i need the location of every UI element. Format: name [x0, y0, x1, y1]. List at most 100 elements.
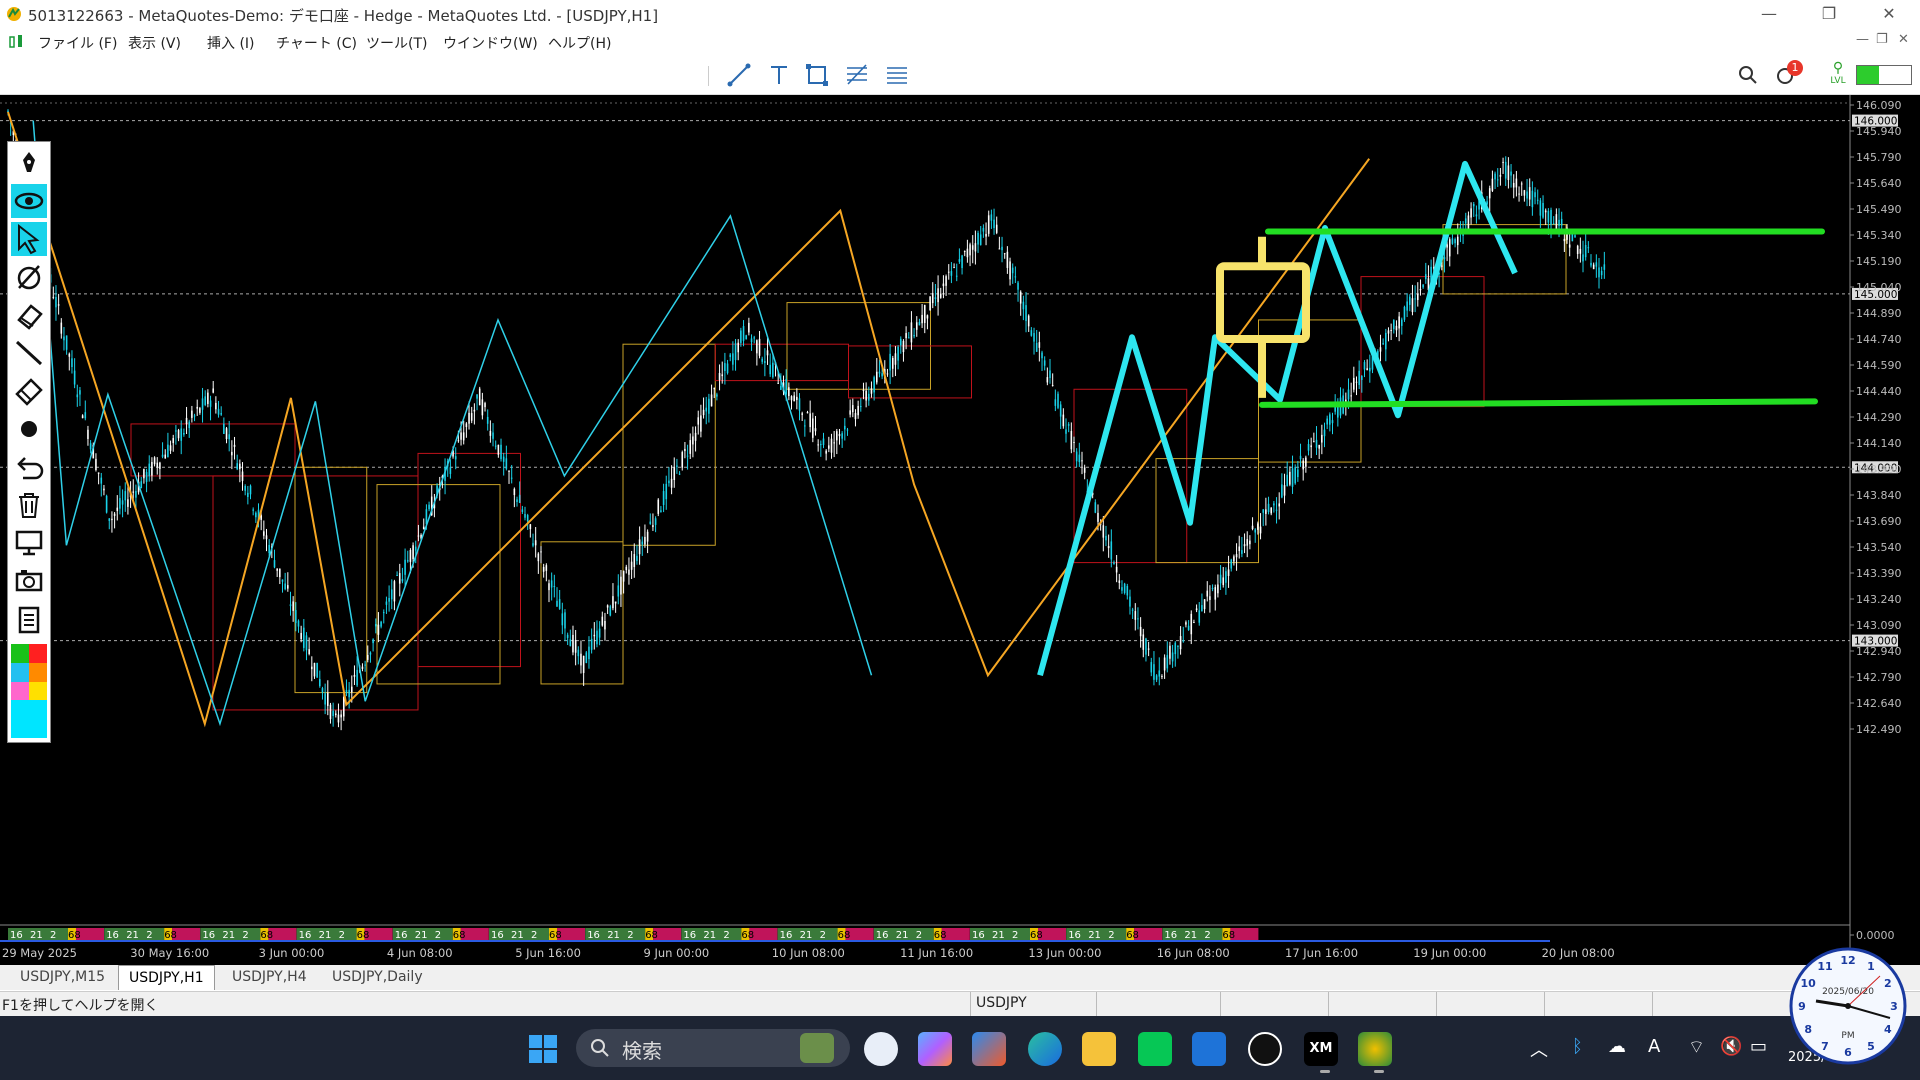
fibonacci-icon[interactable] — [844, 62, 870, 88]
menu-help[interactable]: ヘルプ(H) — [548, 33, 611, 53]
search-icon[interactable] — [1737, 64, 1759, 86]
candle-body — [1393, 320, 1395, 330]
swatch-blue[interactable] — [11, 663, 29, 682]
swatch-pink[interactable] — [11, 682, 29, 700]
candle-body — [196, 406, 199, 409]
session-range-box — [1442, 224, 1567, 295]
mdi-minimize-button[interactable]: — — [1856, 32, 1869, 47]
time-tick-label: 16 Jun 08:00 — [1157, 946, 1230, 960]
outlook-icon[interactable] — [1192, 1032, 1226, 1066]
swatch-red[interactable] — [29, 644, 47, 663]
swatch-yellow[interactable] — [29, 682, 47, 700]
close-button[interactable]: ✕ — [1866, 0, 1912, 30]
candle-body — [1067, 424, 1070, 426]
candle-body — [625, 566, 628, 571]
menu-view[interactable]: 表示 (V) — [128, 33, 181, 53]
camera-icon[interactable] — [11, 564, 47, 598]
candle-body — [428, 504, 430, 510]
candle-body — [401, 578, 404, 582]
mdi-restore-button[interactable]: ❐ — [1876, 32, 1888, 47]
maximize-button[interactable]: ❐ — [1806, 0, 1852, 30]
bluetooth-icon[interactable]: ᛒ — [1572, 1036, 1583, 1057]
candle-body — [1291, 468, 1294, 487]
tradingview-icon[interactable] — [1248, 1032, 1282, 1066]
tab-usdjpy-m15[interactable]: USDJPY,M15 — [10, 965, 115, 989]
ime-icon[interactable]: A — [1648, 1036, 1660, 1057]
marker-icon[interactable] — [11, 374, 47, 408]
candle-body — [532, 543, 534, 546]
cursor-icon[interactable] — [11, 222, 47, 256]
candle-body — [806, 412, 809, 414]
metatrader-icon[interactable] — [1358, 1032, 1392, 1066]
candle-body — [700, 415, 702, 432]
menu-file[interactable]: ファイル (F) — [38, 33, 117, 53]
candle-body — [1366, 368, 1368, 371]
wifi-icon[interactable]: ⌔ — [1688, 1036, 1705, 1059]
candle-body — [1494, 173, 1496, 180]
snap-icon[interactable] — [11, 260, 47, 294]
rectangle-icon[interactable] — [804, 62, 830, 88]
store-icon[interactable] — [972, 1032, 1006, 1066]
candle-body — [95, 458, 97, 471]
candle-body — [204, 396, 207, 405]
candle-body — [676, 465, 678, 467]
screen-icon[interactable] — [11, 526, 47, 560]
battery-icon[interactable]: ▭ — [1750, 1036, 1767, 1057]
menu-insert[interactable]: 挿入 (I) — [207, 33, 255, 53]
candle-body — [1302, 460, 1304, 470]
clock-numeral: 7 — [1821, 1040, 1829, 1053]
candle-body — [537, 553, 540, 562]
candle-body — [1283, 485, 1286, 496]
xm-icon[interactable]: XM — [1304, 1032, 1338, 1066]
swatch-green[interactable] — [11, 644, 29, 663]
candle-body — [132, 491, 135, 493]
taskbar-search[interactable]: 検索 — [576, 1029, 850, 1067]
candle-body — [849, 410, 851, 415]
eye-icon[interactable] — [11, 184, 47, 218]
candle-body — [1544, 210, 1547, 213]
clock-app-icon[interactable] — [864, 1032, 898, 1066]
candle-body — [1294, 467, 1296, 484]
swatch-orange[interactable] — [29, 663, 47, 682]
candle-body — [380, 621, 382, 627]
line-icon[interactable] — [11, 336, 47, 370]
menu-tools[interactable]: ツール(T) — [366, 33, 427, 53]
candle-body — [153, 457, 156, 465]
candle-body — [812, 418, 814, 438]
delete-icon[interactable] — [11, 488, 47, 522]
session-tick-label: 2 — [627, 930, 633, 941]
windows-start-icon[interactable] — [528, 1034, 558, 1064]
candle-body — [844, 425, 846, 430]
chevron-up-icon[interactable]: ︿ — [1530, 1036, 1548, 1062]
candle-body — [247, 492, 249, 497]
tab-usdjpy-h1[interactable]: USDJPY,H1 — [118, 965, 215, 990]
pen-icon[interactable] — [11, 146, 47, 180]
dot-icon[interactable] — [11, 412, 47, 446]
edge-icon[interactable] — [1028, 1032, 1062, 1066]
channel-icon[interactable] — [884, 62, 910, 88]
candle-body — [622, 570, 625, 582]
tab-usdjpy-daily[interactable]: USDJPY,Daily — [322, 965, 433, 989]
price-chart[interactable]: 146.000 145.000 144.000 143.000 146.090 145.9… — [0, 95, 1920, 965]
text-icon[interactable] — [766, 62, 792, 88]
clipboard-icon[interactable] — [11, 602, 47, 636]
candle-body — [398, 573, 401, 584]
minimize-button[interactable]: — — [1746, 0, 1792, 30]
volume-muted-icon[interactable]: 🔇 — [1720, 1036, 1742, 1057]
trendline-icon[interactable] — [726, 62, 752, 88]
mdi-close-button[interactable]: ✕ — [1898, 32, 1909, 47]
price-tick-label: 145.790 — [1856, 151, 1902, 164]
undo-icon[interactable] — [11, 450, 47, 484]
current-color-swatch[interactable] — [11, 700, 47, 738]
cloud-icon[interactable]: ☁ — [1608, 1036, 1626, 1057]
candle-body — [239, 463, 241, 470]
chart-canvas[interactable]: 146.000145.000144.000143.000146.090145.9… — [0, 95, 1920, 965]
eraser-icon[interactable] — [11, 298, 47, 332]
menu-window[interactable]: ウインドウ(W) — [443, 33, 538, 53]
line-app-icon[interactable] — [1138, 1032, 1172, 1066]
tab-usdjpy-h4[interactable]: USDJPY,H4 — [222, 965, 317, 989]
candle-body — [870, 388, 873, 394]
copilot-icon[interactable] — [918, 1032, 952, 1066]
file-explorer-icon[interactable] — [1082, 1032, 1116, 1066]
menu-chart[interactable]: チャート (C) — [276, 33, 357, 53]
